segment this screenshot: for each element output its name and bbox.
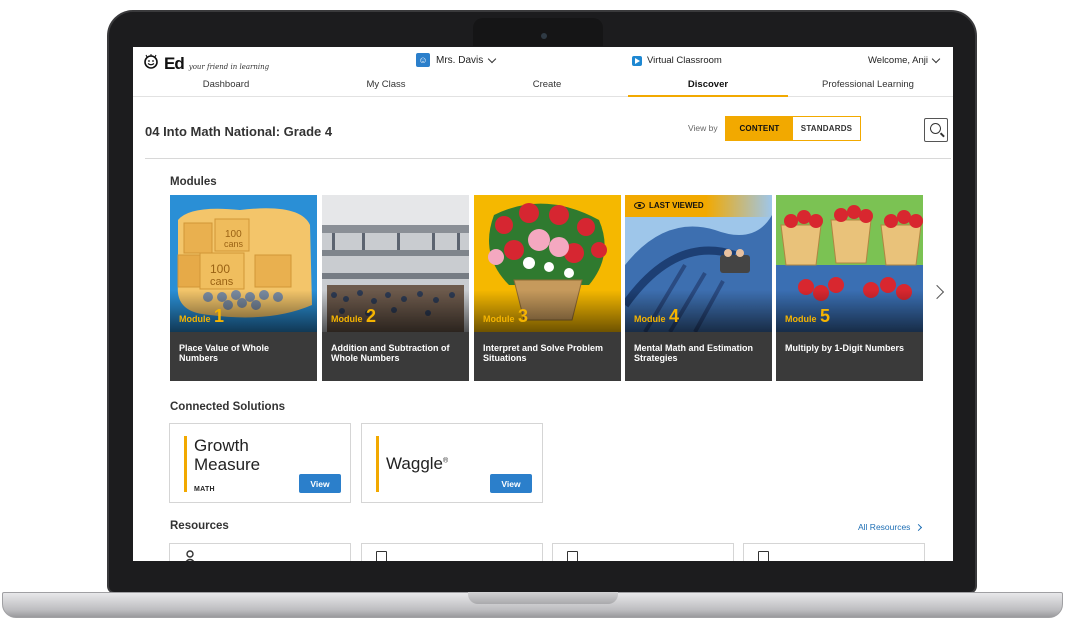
last-viewed-label: LAST VIEWED <box>649 201 704 210</box>
svg-text:cans: cans <box>210 276 234 288</box>
nav-create[interactable]: Create <box>467 79 627 97</box>
connected-solutions-heading: Connected Solutions <box>170 401 285 413</box>
waggle-card: Waggle® View <box>361 423 543 503</box>
module-number: Module 3 <box>483 306 529 326</box>
divider <box>145 158 951 159</box>
virtual-classroom-label: Virtual Classroom <box>647 55 722 66</box>
module-number: Module 5 <box>785 306 831 326</box>
module-number: Module 1 <box>179 306 225 326</box>
resource-card[interactable] <box>743 543 925 561</box>
person-icon <box>185 550 195 561</box>
document-icon <box>376 551 387 561</box>
search-icon <box>930 123 941 134</box>
growth-measure-logo: Growth Measure <box>194 436 261 474</box>
module-card-4[interactable]: LAST VIEWED Module 4 Mental Math and Est… <box>625 195 772 381</box>
waggle-logo: Waggle® <box>386 454 449 473</box>
main-nav: Dashboard My Class Create Discover Profe… <box>133 75 953 97</box>
chevron-down-icon <box>931 54 941 64</box>
resource-card[interactable] <box>552 543 734 561</box>
module-title: Multiply by 1-Digit Numbers <box>785 343 905 353</box>
account-menu[interactable]: Welcome, Anji <box>867 54 941 66</box>
module-card-3[interactable]: Module 3 Interpret and Solve Problem Sit… <box>474 195 621 381</box>
eye-icon <box>634 202 645 209</box>
play-icon <box>632 55 642 66</box>
book-icon <box>758 551 769 561</box>
toggle-content[interactable]: CONTENT <box>726 117 793 140</box>
teacher-icon: ☺ <box>416 53 430 67</box>
svg-text:cans: cans <box>224 239 244 249</box>
module-card-2[interactable]: Module 2 Addition and Subtraction of Who… <box>322 195 469 381</box>
welcome-text: Welcome, Anji <box>867 55 928 66</box>
ed-logo[interactable]: Ed your friend in learning <box>143 53 269 74</box>
modules-heading: Modules <box>170 176 217 188</box>
view-by-label: View by <box>688 123 718 133</box>
module-title: Mental Math and Estimation Strategies <box>634 343 754 363</box>
top-bar: Ed your friend in learning ☺ Mrs. Davis … <box>133 47 953 75</box>
nav-my-class[interactable]: My Class <box>306 79 466 97</box>
laptop-base-groove <box>468 592 618 604</box>
nav-dashboard[interactable]: Dashboard <box>146 79 306 97</box>
module-card-5[interactable]: Module 5 Multiply by 1-Digit Numbers <box>776 195 923 381</box>
laptop-notch <box>473 18 603 46</box>
nav-professional-learning[interactable]: Professional Learning <box>788 79 948 97</box>
svg-text:100: 100 <box>210 262 230 276</box>
resource-card[interactable] <box>361 543 543 561</box>
virtual-classroom-link[interactable]: Virtual Classroom <box>632 55 722 66</box>
last-viewed-badge: LAST VIEWED <box>625 195 772 217</box>
module-number: Module 2 <box>331 306 377 326</box>
module-title: Addition and Subtraction of Whole Number… <box>331 343 450 363</box>
module-number: Module 4 <box>634 306 680 326</box>
search-button[interactable] <box>924 118 948 142</box>
carousel-next-icon[interactable] <box>929 284 945 300</box>
module-title: Place Value of Whole Numbers <box>179 343 270 363</box>
growth-measure-subject: MATH <box>194 486 215 493</box>
camera-icon <box>541 33 547 39</box>
growth-measure-card: Growth Measure MATH View <box>169 423 351 503</box>
growth-measure-view-button[interactable]: View <box>299 474 341 493</box>
chevron-down-icon <box>487 54 497 63</box>
resources-heading: Resources <box>170 520 229 532</box>
text-icon <box>567 551 578 561</box>
chevron-right-icon <box>915 523 923 531</box>
class-user-dropdown[interactable]: ☺ Mrs. Davis <box>416 53 497 67</box>
page-title: 04 Into Math National: Grade 4 <box>145 124 333 139</box>
all-resources-link[interactable]: All Resources <box>858 522 923 532</box>
screen: Ed your friend in learning ☺ Mrs. Davis … <box>133 47 953 561</box>
resource-card[interactable] <box>169 543 351 561</box>
logo-text: Ed <box>164 54 185 73</box>
waggle-view-button[interactable]: View <box>490 474 532 493</box>
view-by-toggle: CONTENT STANDARDS <box>725 116 861 141</box>
module-card-1[interactable]: 100 cans 100 cans Module 1 Place Value o… <box>170 195 317 381</box>
smiley-logo-icon <box>144 54 158 69</box>
toggle-standards[interactable]: STANDARDS <box>793 117 860 140</box>
logo-tagline: your friend in learning <box>188 63 270 71</box>
nav-discover[interactable]: Discover <box>628 79 788 97</box>
user-name: Mrs. Davis <box>436 54 484 66</box>
module-title: Interpret and Solve Problem Situations <box>483 343 604 363</box>
